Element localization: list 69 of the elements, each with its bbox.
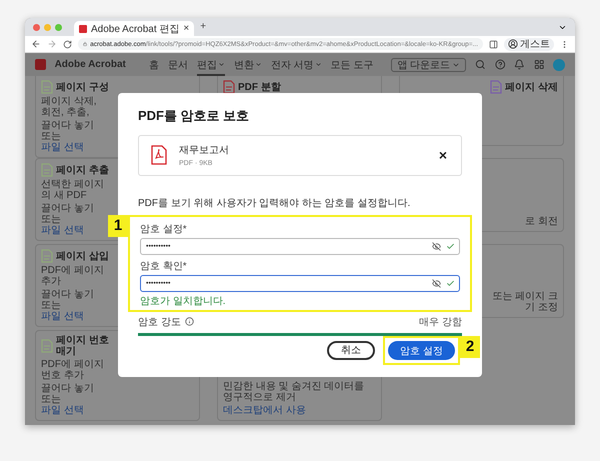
field-label: 암호 설정*: [140, 222, 188, 236]
new-tab-button[interactable]: +: [200, 22, 206, 32]
file-select-link[interactable]: 파일 선택: [41, 311, 84, 322]
file-select-link[interactable]: 파일 선택: [41, 142, 84, 153]
step-number-badge: 2: [460, 336, 480, 358]
chevron-down-icon: [314, 61, 322, 68]
document-icon: [490, 80, 502, 94]
acrobat-logo-icon: [35, 59, 46, 70]
card-title: 페이지 추출: [56, 164, 109, 176]
card-title: 페이지 삽입: [56, 250, 109, 262]
user-icon: [508, 39, 518, 49]
document-icon: [41, 249, 53, 263]
nav-tab[interactable]: 홈: [148, 53, 159, 76]
document-icon: [223, 80, 235, 94]
card-description: 페이지 삭제, 회전, 추출,: [41, 96, 98, 118]
file-select-link[interactable]: 파일 선택: [41, 225, 84, 236]
card-title: 페이지 번호 매기: [56, 335, 110, 357]
help-icon[interactable]: [494, 59, 506, 70]
bell-icon[interactable]: [514, 59, 525, 70]
field-label: 암호 확인*: [140, 260, 188, 272]
back-icon[interactable]: [31, 39, 41, 49]
document-icon: [41, 339, 53, 353]
card-description: 선택한 페이지의 새 PDF: [41, 179, 105, 201]
pdf-file-icon: [151, 145, 167, 166]
card-description: 민감한 내용 및 숨겨진 데이터를 영구적으로 제거: [223, 381, 366, 403]
nav-tab[interactable]: 문서: [168, 53, 188, 76]
chevron-down-icon: [218, 61, 225, 68]
close-window-button[interactable]: [33, 24, 40, 30]
nav-tab[interactable]: 편집: [196, 53, 225, 76]
side-panel-icon[interactable]: [489, 40, 498, 48]
card-title: PDF 분할: [238, 82, 281, 92]
strength-label: 암호 강도: [138, 316, 181, 328]
tab-close-button[interactable]: ×: [183, 24, 190, 34]
lock-icon: [83, 41, 88, 47]
info-icon[interactable]: [184, 317, 194, 326]
browser-tab[interactable]: Adobe Acrobat 편집 ×: [74, 21, 194, 36]
step-number-badge: 1: [108, 214, 128, 236]
eye-slash-icon[interactable]: [432, 242, 441, 250]
set-password-button[interactable]: 암호 설정: [388, 341, 455, 360]
reload-icon[interactable]: [63, 40, 72, 48]
file-select-link[interactable]: 파일 선택: [41, 405, 84, 416]
card-description: PDF에 페이지 추가: [41, 265, 105, 287]
nav-tab[interactable]: 변환: [234, 53, 262, 76]
card-title: 페이지 구성: [56, 82, 109, 92]
profile-button[interactable]: 게스트: [504, 38, 554, 50]
card-description: 또는 페이지 크기 조정: [491, 291, 558, 313]
cancel-button[interactable]: 취소: [327, 340, 376, 360]
nav-tab[interactable]: 전자 서명: [270, 53, 322, 76]
strength-rating: 매우 강함: [419, 316, 462, 328]
card-description: PDF에 페이지 번호 추가: [41, 359, 105, 381]
apps-grid-icon[interactable]: [534, 59, 544, 70]
card-description: 로 회전: [525, 216, 558, 227]
drop-hint: 끌어다 놓기 또는 파일 선택: [41, 120, 95, 153]
drop-hint: 끌어다 놓기 또는 파일 선택: [41, 289, 95, 322]
eye-slash-icon[interactable]: [432, 278, 441, 288]
desktop-link[interactable]: 데스크탑에서 사용: [223, 405, 306, 416]
document-icon: [41, 80, 53, 94]
drop-hint: 끌어다 놓기 또는 파일 선택: [41, 383, 95, 416]
document-icon: [41, 163, 53, 177]
remove-file-button[interactable]: ×: [436, 147, 449, 164]
card-title: 페이지 삭제: [505, 82, 558, 92]
drop-hint: 끌어다 놓기 또는 파일 선택: [41, 203, 95, 236]
app-download-button[interactable]: 앱 다운로드: [391, 58, 466, 72]
acrobat-logo-icon: [79, 24, 87, 32]
app-brand: Adobe Acrobat: [54, 59, 126, 70]
forward-icon[interactable]: [47, 39, 57, 49]
chevron-down-icon: [254, 61, 262, 68]
search-icon[interactable]: [475, 59, 486, 70]
nav-tab[interactable]: 모든 도구: [330, 53, 374, 76]
